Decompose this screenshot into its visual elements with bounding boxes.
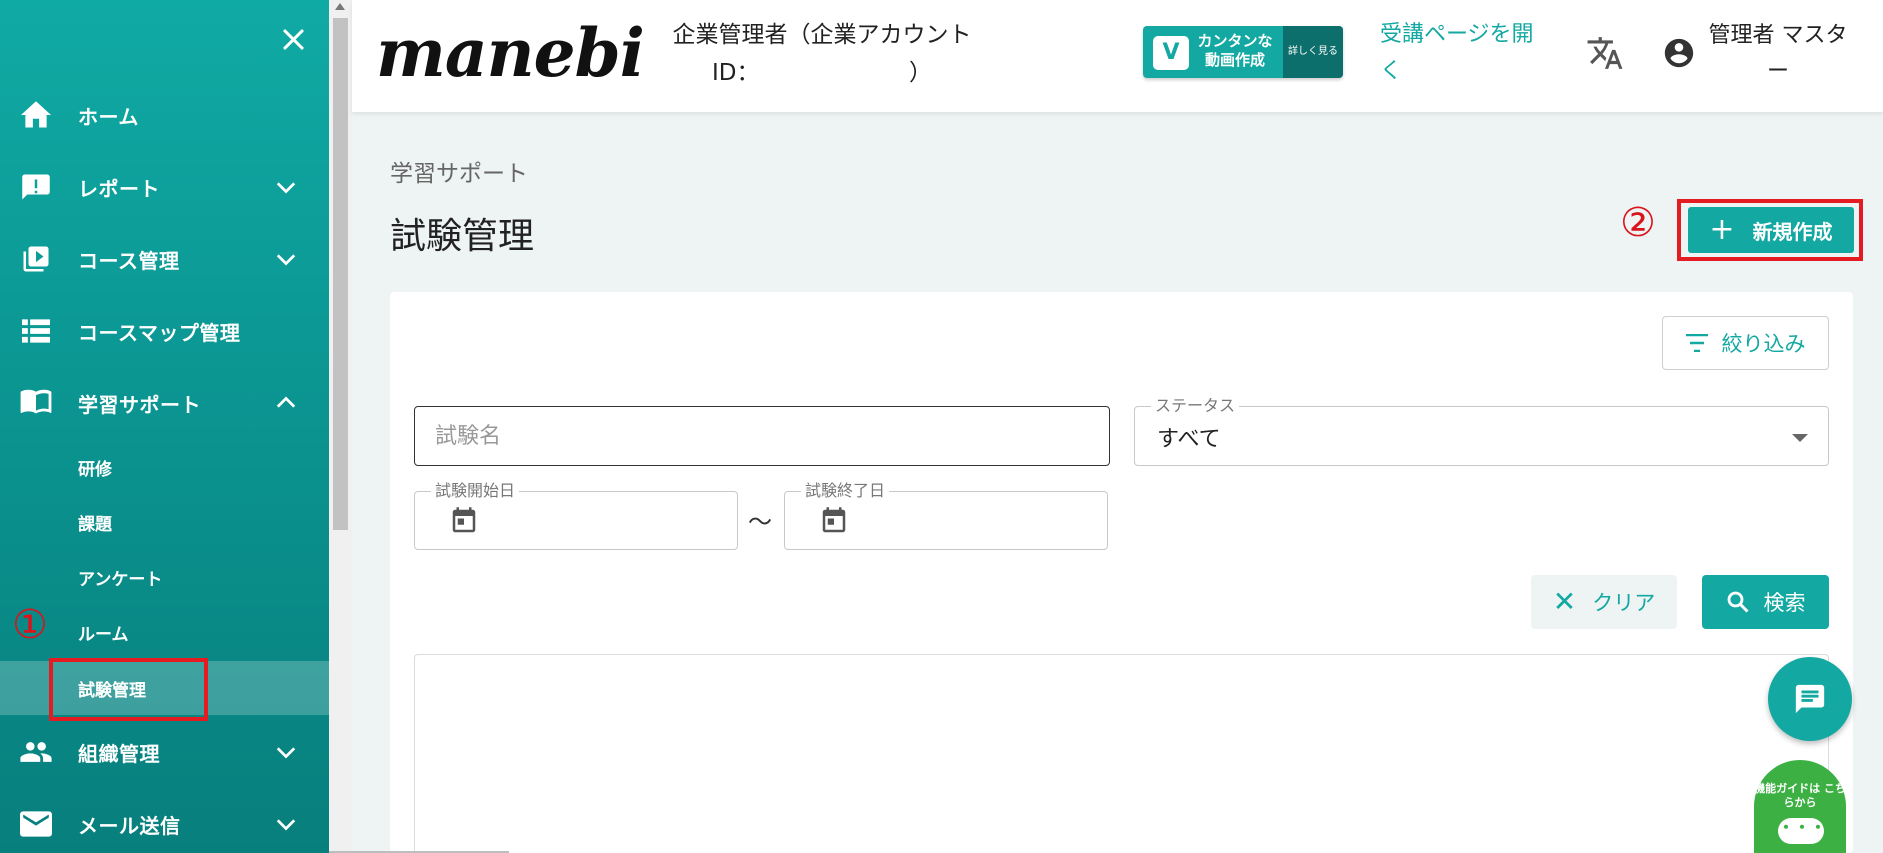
chat-icon	[1795, 684, 1825, 714]
start-date-field[interactable]: 試験開始日	[414, 481, 738, 550]
sidebar-item-learning-support[interactable]: 学習サポート	[0, 373, 329, 433]
book-icon	[19, 386, 53, 420]
mail-icon	[19, 807, 53, 841]
chevron-down-icon	[275, 176, 297, 198]
open-learner-page-link[interactable]: 受講ページを開く	[1380, 16, 1540, 90]
company-account-label: 企業管理者（企業アカウントID： ）	[672, 22, 972, 86]
sidebar: ホーム レポート コース管理 コースマップ管理 学習サポート 研修 課題 アンケ…	[0, 0, 329, 853]
chevron-down-icon	[275, 813, 297, 835]
sidebar-subitem-label: アンケート	[78, 569, 163, 590]
feature-guide-text: 機能ガイドは こちらから	[1754, 782, 1846, 809]
filter-button[interactable]: 絞り込み	[1662, 316, 1829, 370]
status-select[interactable]: ステータス すべて	[1134, 396, 1829, 466]
list-icon	[19, 314, 53, 348]
chevron-down-icon	[275, 741, 297, 763]
calendar-icon[interactable]	[819, 506, 849, 536]
sidebar-item-label: ホーム	[78, 104, 139, 129]
new-create-button[interactable]: + 新規作成	[1688, 207, 1854, 253]
status-value: すべて	[1157, 427, 1221, 452]
end-date-label: 試験終了日	[801, 481, 890, 501]
sidebar-subitem-room[interactable]: ルーム	[0, 605, 329, 659]
close-icon: ✕	[1552, 585, 1577, 618]
translate-icon[interactable]	[1586, 34, 1626, 74]
video-library-icon	[19, 242, 53, 276]
sidebar-item-label: コースマップ管理	[78, 320, 241, 345]
sidebar-subitem-training[interactable]: 研修	[0, 440, 329, 494]
highlight-frame-exam-management	[49, 658, 208, 721]
sidebar-scrollbar[interactable]	[329, 0, 352, 853]
admin-user-name[interactable]: 管理者 マスター	[1708, 18, 1848, 90]
account-circle-icon[interactable]	[1662, 36, 1696, 70]
promo-text: カンタンな 動画作成	[1197, 32, 1273, 69]
exam-name-input[interactable]	[414, 406, 1110, 466]
search-icon	[1727, 591, 1749, 613]
sidebar-item-mail[interactable]: メール送信	[0, 794, 329, 853]
chevron-down-icon	[275, 248, 297, 270]
search-label: 検索	[1763, 591, 1806, 615]
home-icon	[19, 98, 53, 132]
sidebar-item-label: 学習サポート	[78, 392, 201, 417]
chat-button[interactable]	[1768, 657, 1852, 741]
close-icon[interactable]	[278, 24, 308, 54]
date-range-separator: ～	[748, 508, 772, 536]
speech-bubble-icon: ・・・	[1778, 818, 1826, 844]
end-date-field[interactable]: 試験終了日	[784, 481, 1108, 550]
calendar-icon[interactable]	[449, 506, 479, 536]
sidebar-item-coursemap[interactable]: コースマップ管理	[0, 301, 329, 361]
sidebar-subitem-assignment[interactable]: 課題	[0, 495, 329, 549]
report-icon	[19, 170, 53, 204]
sidebar-item-label: コース管理	[78, 248, 180, 273]
promo-more-label: 詳しく見る	[1283, 26, 1343, 78]
filter-label: 絞り込み	[1721, 332, 1806, 356]
sidebar-item-course[interactable]: コース管理	[0, 229, 329, 289]
breadcrumb[interactable]: 学習サポート	[390, 154, 528, 188]
start-date-label: 試験開始日	[431, 481, 520, 501]
dropdown-arrow-icon	[1792, 434, 1808, 442]
feature-guide-widget[interactable]: 機能ガイドは こちらから ・・・	[1754, 760, 1846, 853]
results-table-area	[414, 654, 1829, 853]
sidebar-item-organization[interactable]: 組織管理	[0, 722, 329, 782]
vrew-logo-icon: V	[1153, 36, 1189, 70]
sidebar-item-label: レポート	[78, 176, 160, 201]
scrollbar-thumb[interactable]	[333, 18, 348, 530]
sidebar-item-label: メール送信	[78, 813, 181, 838]
search-button[interactable]: 検索	[1702, 575, 1829, 629]
page-title: 試験管理	[390, 216, 535, 257]
sidebar-item-home[interactable]: ホーム	[0, 85, 329, 145]
top-header: manebi 企業管理者（企業アカウントID： ） V カンタンな 動画作成 詳…	[352, 0, 1883, 112]
sidebar-item-label: 組織管理	[78, 741, 160, 766]
video-creation-promo-button[interactable]: V カンタンな 動画作成 詳しく見る	[1143, 26, 1343, 78]
sidebar-subitem-survey[interactable]: アンケート	[0, 550, 329, 604]
clear-label: クリア	[1592, 591, 1656, 615]
people-icon	[19, 735, 53, 769]
filter-icon	[1685, 334, 1708, 352]
status-label: ステータス	[1151, 396, 1240, 416]
manebi-logo[interactable]: manebi	[376, 14, 645, 92]
sidebar-subitem-label: 課題	[78, 514, 112, 535]
sidebar-item-report[interactable]: レポート	[0, 157, 329, 217]
sidebar-subitem-label: 研修	[78, 459, 112, 480]
sidebar-subitem-label: ルーム	[78, 624, 129, 645]
scroll-up-arrow[interactable]	[335, 3, 345, 10]
new-create-label: 新規作成	[1752, 219, 1833, 244]
chevron-up-icon	[275, 392, 297, 414]
annotation-mark-2: ②	[1620, 200, 1656, 246]
clear-button[interactable]: ✕ クリア	[1531, 575, 1677, 629]
annotation-mark-1: ①	[12, 602, 48, 648]
plus-icon: +	[1709, 212, 1735, 247]
search-card: 絞り込み ステータス すべて 試験開始日 ～ 試験終了日 ✕ クリア 検索	[390, 292, 1853, 853]
